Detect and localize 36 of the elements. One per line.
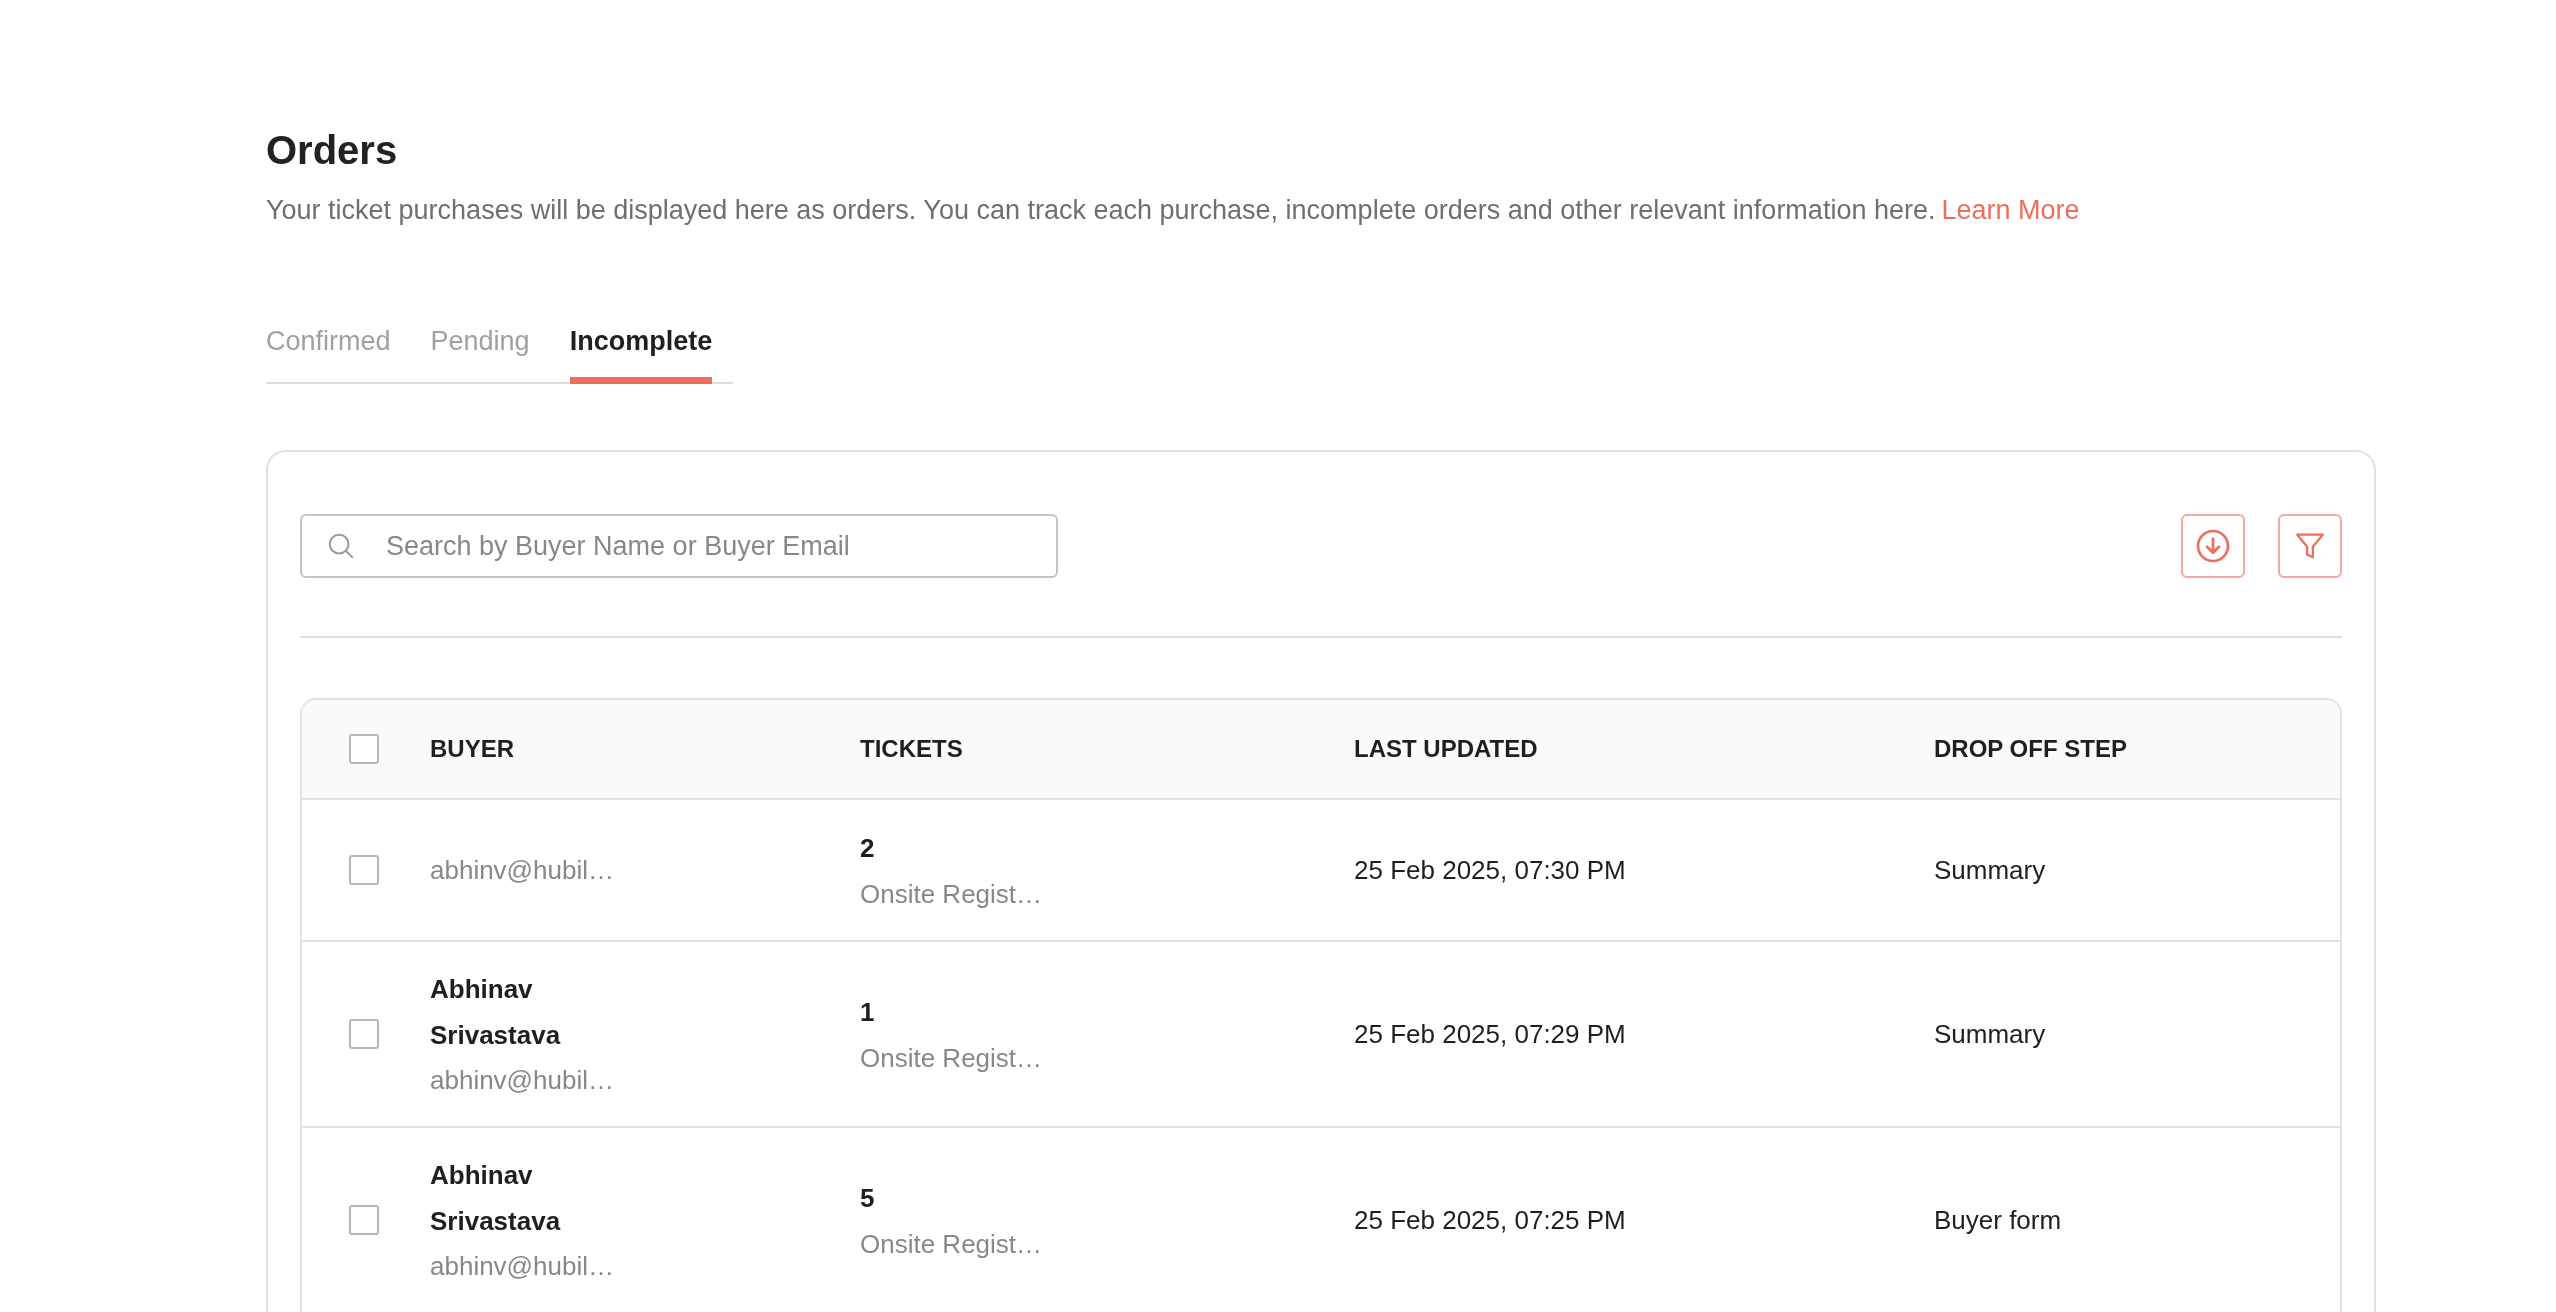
row-checkbox[interactable] xyxy=(349,855,379,885)
drop-off-step: Buyer form xyxy=(1934,1204,2340,1236)
ticket-count: 2 xyxy=(860,832,876,865)
column-header: TICKETS xyxy=(860,735,964,763)
search-field[interactable]: Search by Buyer Name or Buyer Email xyxy=(300,514,1058,578)
ticket-name: Onsite Regist… xyxy=(860,1042,1044,1075)
page-title: Orders xyxy=(266,128,399,173)
last-updated: 25 Feb 2025, 07:29 PM xyxy=(1354,1018,1627,1050)
buyer-email: abhinv@hubil… xyxy=(430,1250,615,1283)
row-checkbox[interactable] xyxy=(349,1205,379,1235)
buyer-name: Abhinav Srivastava xyxy=(430,973,562,1052)
filter-button[interactable] xyxy=(2278,514,2342,578)
download-icon xyxy=(2195,528,2231,564)
drop-off-step: Summary xyxy=(1934,854,2340,886)
column-header: BUYER xyxy=(430,735,515,763)
ticket-name: Onsite Regist… xyxy=(860,878,1044,911)
select-all-checkbox[interactable] xyxy=(349,734,379,764)
learn-more-link[interactable]: Learn More xyxy=(1941,195,2080,225)
row-checkbox[interactable] xyxy=(349,1019,379,1049)
drop-off-step: Summary xyxy=(1934,1018,2340,1050)
last-updated: 25 Feb 2025, 07:25 PM xyxy=(1354,1204,1627,1236)
ticket-count: 1 xyxy=(860,996,876,1029)
tab[interactable]: Confirmed xyxy=(266,326,391,384)
search-icon xyxy=(326,531,356,561)
tab[interactable]: Pending xyxy=(430,326,530,384)
page-description: Your ticket purchases will be displayed here as orders. You can track each purchase, incomplete orders and other relevant information here. Learn More xyxy=(266,195,2081,226)
buyer-name: Abhinav Srivastava xyxy=(430,1159,562,1238)
buyer-email: abhinv@hubil… xyxy=(430,854,615,887)
last-updated: 25 Feb 2025, 07:30 PM xyxy=(1354,854,1627,886)
column-header: LAST UPDATED xyxy=(1354,735,1539,763)
download-button[interactable] xyxy=(2181,514,2245,578)
ticket-name: Onsite Regist… xyxy=(860,1228,1044,1261)
tab[interactable]: Incomplete xyxy=(569,326,713,384)
column-header: DROP OFF STEP xyxy=(1934,735,2128,763)
buyer-email: abhinv@hubil… xyxy=(430,1064,615,1097)
ticket-count: 5 xyxy=(860,1182,876,1215)
